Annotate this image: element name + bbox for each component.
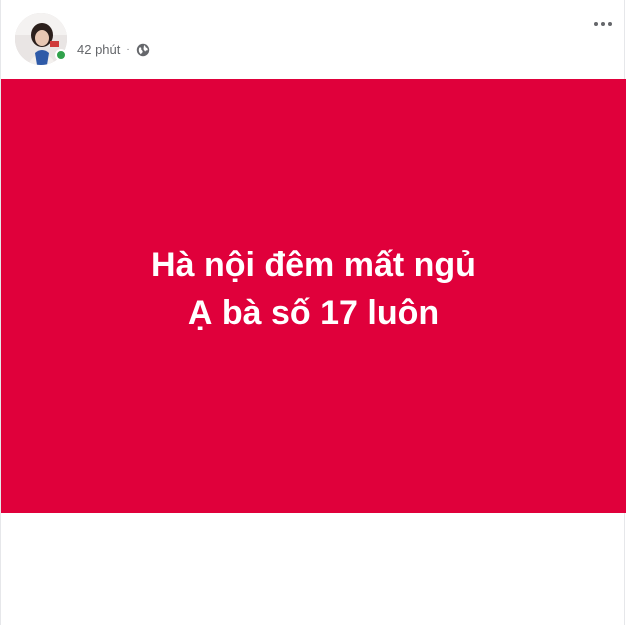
more-dot <box>601 22 605 26</box>
post-header: 42 phút · <box>1 0 624 78</box>
post-meta: 42 phút · <box>77 42 150 57</box>
meta-separator: · <box>126 44 130 55</box>
globe-icon[interactable] <box>136 43 150 57</box>
post-colored-background: Hà nội đêm mất ngủ Ạ bà số 17 luôn <box>1 79 626 513</box>
more-dot <box>594 22 598 26</box>
post-text-line: Ạ bà số 17 luôn <box>187 294 440 332</box>
more-options-button[interactable] <box>589 12 617 36</box>
post-timestamp[interactable]: 42 phút <box>77 42 120 57</box>
post-card: 42 phút · Hà nội đêm mất ngủ Ạ bà số 17 … <box>0 0 626 625</box>
more-dot <box>608 22 612 26</box>
post-text-line: Hà nội đêm mất ngủ <box>151 246 476 284</box>
online-status-indicator <box>55 49 67 61</box>
